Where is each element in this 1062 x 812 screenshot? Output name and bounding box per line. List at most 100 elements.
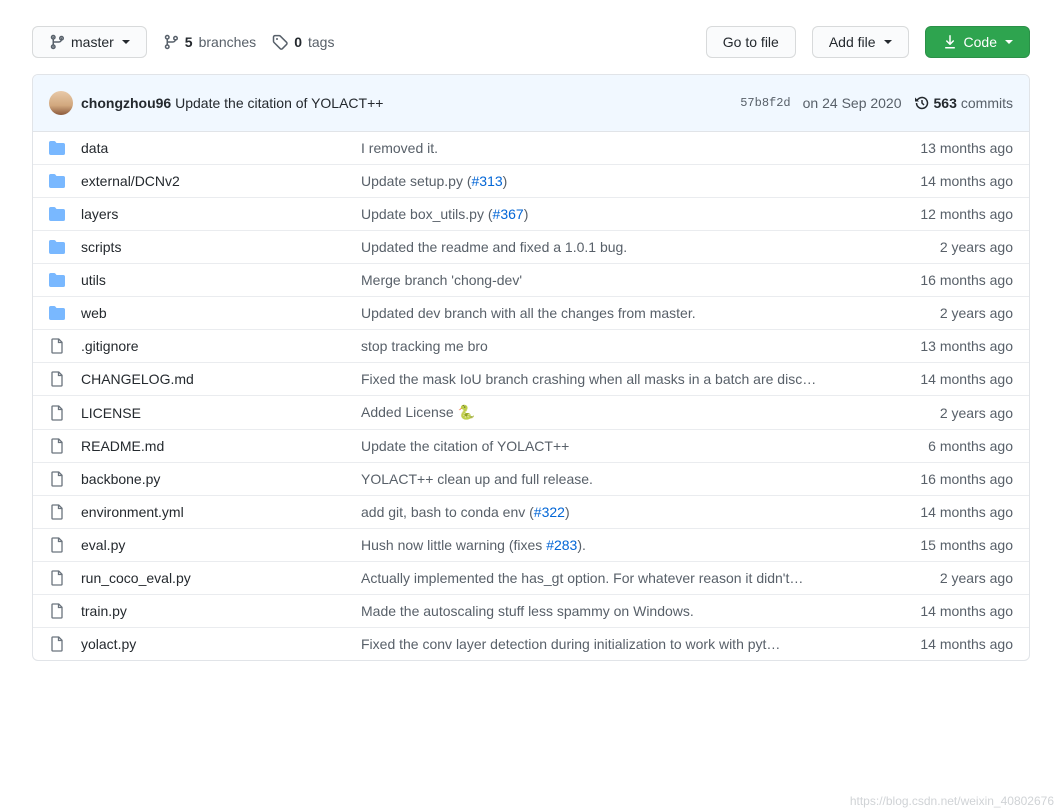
commit-time: 16 months ago xyxy=(920,272,1013,288)
folder-icon xyxy=(49,140,65,156)
tags-count: 0 xyxy=(294,34,302,50)
commit-message[interactable]: Fixed the mask IoU branch crashing when … xyxy=(361,371,920,387)
commit-time: 2 years ago xyxy=(940,239,1013,255)
commit-message[interactable]: Made the autoscaling stuff less spammy o… xyxy=(361,603,920,619)
file-name-link[interactable]: yolact.py xyxy=(81,636,136,652)
issue-link[interactable]: #283 xyxy=(546,537,577,553)
table-row: layers Update box_utils.py (#367)12 month… xyxy=(33,198,1029,231)
code-button[interactable]: Code xyxy=(925,26,1030,58)
file-name-link[interactable]: CHANGELOG.md xyxy=(81,371,194,387)
commit-message[interactable]: Updated dev branch with all the changes … xyxy=(361,305,940,321)
table-row: data I removed it.13 months ago xyxy=(33,132,1029,165)
table-row: external/DCNv2 Update setup.py (#313)14 m… xyxy=(33,165,1029,198)
file-name-link[interactable]: data xyxy=(81,140,108,156)
caret-down-icon xyxy=(884,40,892,44)
folder-icon xyxy=(49,272,65,288)
commit-date: on 24 Sep 2020 xyxy=(803,95,902,111)
file-icon xyxy=(49,504,65,520)
table-row: web Updated dev branch with all the chang… xyxy=(33,297,1029,330)
file-name-link[interactable]: external/DCNv2 xyxy=(81,173,180,189)
commit-message[interactable]: Hush now little warning (fixes #283). xyxy=(361,537,920,553)
file-name-link[interactable]: backbone.py xyxy=(81,471,160,487)
commit-time: 2 years ago xyxy=(940,570,1013,586)
file-icon xyxy=(49,471,65,487)
file-browser: chongzhou96 Update the citation of YOLAC… xyxy=(32,74,1030,661)
file-name-link[interactable]: train.py xyxy=(81,603,127,619)
branches-label: branches xyxy=(199,34,257,50)
commit-message[interactable]: Updated the readme and fixed a 1.0.1 bug… xyxy=(361,239,940,255)
commit-message[interactable]: YOLACT++ clean up and full release. xyxy=(361,471,920,487)
commit-message[interactable]: add git, bash to conda env (#322) xyxy=(361,504,920,520)
caret-down-icon xyxy=(1005,40,1013,44)
commit-time: 14 months ago xyxy=(920,173,1013,189)
table-row: utils Merge branch 'chong-dev'16 months a… xyxy=(33,264,1029,297)
commit-time: 2 years ago xyxy=(940,305,1013,321)
commit-time: 15 months ago xyxy=(920,537,1013,553)
issue-link[interactable]: #367 xyxy=(493,206,524,222)
file-name-link[interactable]: eval.py xyxy=(81,537,125,553)
commit-time: 13 months ago xyxy=(920,140,1013,156)
issue-link[interactable]: #322 xyxy=(534,504,565,520)
folder-icon xyxy=(49,173,65,189)
tag-icon xyxy=(272,34,288,50)
repo-toolbar: master 5 branches 0 tags Go to file Add … xyxy=(32,26,1030,58)
commit-message[interactable]: Update the citation of YOLACT++ xyxy=(361,438,928,454)
issue-link[interactable]: #313 xyxy=(472,173,503,189)
watermark: https://blog.csdn.net/weixin_40802676 xyxy=(850,794,1054,808)
branch-icon xyxy=(163,34,179,50)
file-name-link[interactable]: README.md xyxy=(81,438,164,454)
commit-message[interactable]: Update setup.py (#313) xyxy=(361,173,920,189)
table-row: CHANGELOG.md Fixed the mask IoU branch cr… xyxy=(33,363,1029,396)
commits-link[interactable]: 563 commits xyxy=(914,95,1013,111)
file-name-link[interactable]: scripts xyxy=(81,239,121,255)
file-name-link[interactable]: layers xyxy=(81,206,118,222)
branch-icon xyxy=(49,34,65,50)
table-row: environment.yml add git, bash to conda en… xyxy=(33,496,1029,529)
table-row: run_coco_eval.py Actually implemented the… xyxy=(33,562,1029,595)
file-name-link[interactable]: LICENSE xyxy=(81,405,141,421)
file-name-link[interactable]: web xyxy=(81,305,107,321)
commits-count: 563 xyxy=(934,95,957,111)
file-icon xyxy=(49,636,65,652)
commit-time: 16 months ago xyxy=(920,471,1013,487)
tags-link[interactable]: 0 tags xyxy=(272,34,334,50)
file-name-link[interactable]: run_coco_eval.py xyxy=(81,570,191,586)
commit-author[interactable]: chongzhou96 xyxy=(81,95,171,111)
add-file-button[interactable]: Add file xyxy=(812,26,909,58)
table-row: train.py Made the autoscaling stuff less … xyxy=(33,595,1029,628)
file-name-link[interactable]: utils xyxy=(81,272,106,288)
commit-message[interactable]: Merge branch 'chong-dev' xyxy=(361,272,920,288)
table-row: README.md Update the citation of YOLACT++… xyxy=(33,430,1029,463)
file-icon xyxy=(49,438,65,454)
commit-time: 14 months ago xyxy=(920,504,1013,520)
commit-time: 12 months ago xyxy=(920,206,1013,222)
commit-message[interactable]: I removed it. xyxy=(361,140,920,156)
file-name-link[interactable]: .gitignore xyxy=(81,338,139,354)
latest-commit-row: chongzhou96 Update the citation of YOLAC… xyxy=(33,75,1029,132)
branch-selector-button[interactable]: master xyxy=(32,26,147,58)
avatar[interactable] xyxy=(49,91,73,115)
commit-message[interactable]: Update box_utils.py (#367) xyxy=(361,206,920,222)
branches-link[interactable]: 5 branches xyxy=(163,34,256,50)
folder-icon xyxy=(49,206,65,222)
folder-icon xyxy=(49,239,65,255)
file-name-link[interactable]: environment.yml xyxy=(81,504,184,520)
commits-label: commits xyxy=(961,95,1013,111)
table-row: scripts Updated the readme and fixed a 1.… xyxy=(33,231,1029,264)
commit-time: 6 months ago xyxy=(928,438,1013,454)
commit-message[interactable]: Fixed the conv layer detection during in… xyxy=(361,636,920,652)
history-icon xyxy=(914,95,930,111)
commit-message[interactable]: stop tracking me bro xyxy=(361,338,920,354)
commit-message[interactable]: Added License 🐍 xyxy=(361,404,940,421)
commit-sha[interactable]: 57b8f2d xyxy=(740,96,790,110)
commit-time: 14 months ago xyxy=(920,636,1013,652)
table-row: yolact.py Fixed the conv layer detection … xyxy=(33,628,1029,660)
commit-time: 14 months ago xyxy=(920,371,1013,387)
file-icon xyxy=(49,405,65,421)
commit-message-header[interactable]: Update the citation of YOLACT++ xyxy=(175,95,383,111)
commit-message[interactable]: Actually implemented the has_gt option. … xyxy=(361,570,940,586)
commit-time: 14 months ago xyxy=(920,603,1013,619)
go-to-file-button[interactable]: Go to file xyxy=(706,26,796,58)
table-row: backbone.py YOLACT++ clean up and full re… xyxy=(33,463,1029,496)
caret-down-icon xyxy=(122,40,130,44)
